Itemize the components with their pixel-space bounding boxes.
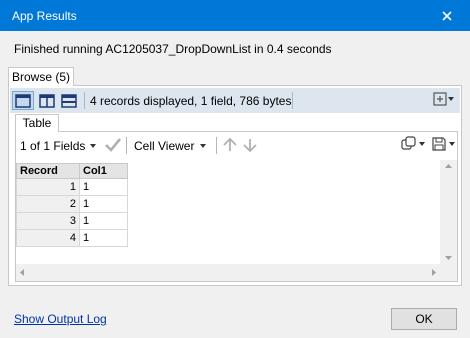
chevron-down-icon — [90, 144, 97, 148]
title-bar: App Results — [0, 0, 470, 31]
tab-table[interactable]: Table — [15, 114, 59, 132]
single-pane-layout-icon[interactable] — [12, 91, 34, 110]
table-row[interactable]: 1 1 — [16, 178, 128, 196]
toolbar-divider — [126, 137, 127, 154]
chevron-down-icon — [419, 142, 425, 146]
horizontal-scrollbar[interactable] — [16, 264, 440, 281]
cell-col1[interactable]: 1 — [79, 195, 128, 213]
vertical-scrollbar[interactable] — [440, 160, 457, 264]
tab-browse[interactable]: Browse (5) — [8, 67, 74, 86]
show-output-log-link[interactable]: Show Output Log — [14, 312, 107, 326]
scroll-left-icon[interactable] — [20, 269, 24, 276]
data-table: Record Col1 1 1 2 1 3 1 4 1 — [16, 163, 128, 247]
save-icon[interactable] — [431, 136, 447, 152]
ok-button[interactable]: OK — [391, 308, 457, 330]
toolbar-divider — [292, 92, 293, 109]
copy-icon[interactable] — [401, 136, 417, 152]
arrow-up-icon[interactable] — [222, 137, 238, 156]
top-bottom-layout-icon[interactable] — [58, 91, 80, 110]
toolbar-divider — [216, 137, 217, 154]
record-number: 1 — [16, 178, 80, 196]
chevron-down-icon — [448, 97, 454, 101]
close-icon[interactable] — [424, 0, 470, 31]
column-header-col1[interactable]: Col1 — [79, 163, 128, 179]
cell-col1[interactable]: 1 — [79, 229, 128, 247]
cell-viewer-label: Cell Viewer — [134, 139, 195, 153]
run-status-message: Finished running AC1205037_DropDownList … — [14, 42, 332, 56]
record-number: 4 — [16, 229, 80, 247]
browse-toolbar: 4 records displayed, 1 field, 786 bytes — [10, 88, 460, 113]
scrollbar-corner — [440, 264, 457, 281]
scroll-down-icon[interactable] — [445, 256, 452, 260]
cell-col1[interactable]: 1 — [79, 212, 128, 230]
add-view-icon[interactable] — [433, 92, 447, 106]
table-toolbar-actions — [401, 136, 455, 152]
scroll-right-icon[interactable] — [432, 269, 436, 276]
cell-col1[interactable]: 1 — [79, 178, 128, 196]
chevron-down-icon — [449, 142, 455, 146]
add-view-menu[interactable] — [433, 92, 454, 106]
table-toolbar: 1 of 1 Fields Cell Viewer — [16, 132, 457, 158]
fields-selector[interactable]: 1 of 1 Fields — [20, 139, 97, 153]
table-row[interactable]: 4 1 — [16, 229, 128, 247]
scroll-up-icon[interactable] — [445, 164, 452, 168]
toolbar-divider — [84, 92, 85, 109]
table-panel: 1 of 1 Fields Cell Viewer Record Col1 1 … — [15, 131, 458, 282]
arrow-down-icon[interactable] — [242, 137, 258, 156]
window-title: App Results — [12, 9, 77, 23]
fields-selector-label: 1 of 1 Fields — [20, 139, 86, 153]
browse-panel: 4 records displayed, 1 field, 786 bytes … — [8, 85, 462, 286]
table-row[interactable]: 2 1 — [16, 195, 128, 213]
record-number: 3 — [16, 212, 80, 230]
chevron-down-icon — [200, 144, 207, 148]
side-by-side-layout-icon[interactable] — [36, 91, 58, 110]
results-grid: Record Col1 1 1 2 1 3 1 4 1 — [16, 160, 457, 281]
table-row[interactable]: 3 1 — [16, 212, 128, 230]
records-info: 4 records displayed, 1 field, 786 bytes — [90, 94, 292, 108]
table-header-row: Record Col1 — [16, 163, 128, 179]
column-header-record[interactable]: Record — [16, 163, 80, 179]
apply-check-icon[interactable] — [104, 137, 122, 155]
cell-viewer-selector[interactable]: Cell Viewer — [134, 139, 207, 153]
record-number: 2 — [16, 195, 80, 213]
